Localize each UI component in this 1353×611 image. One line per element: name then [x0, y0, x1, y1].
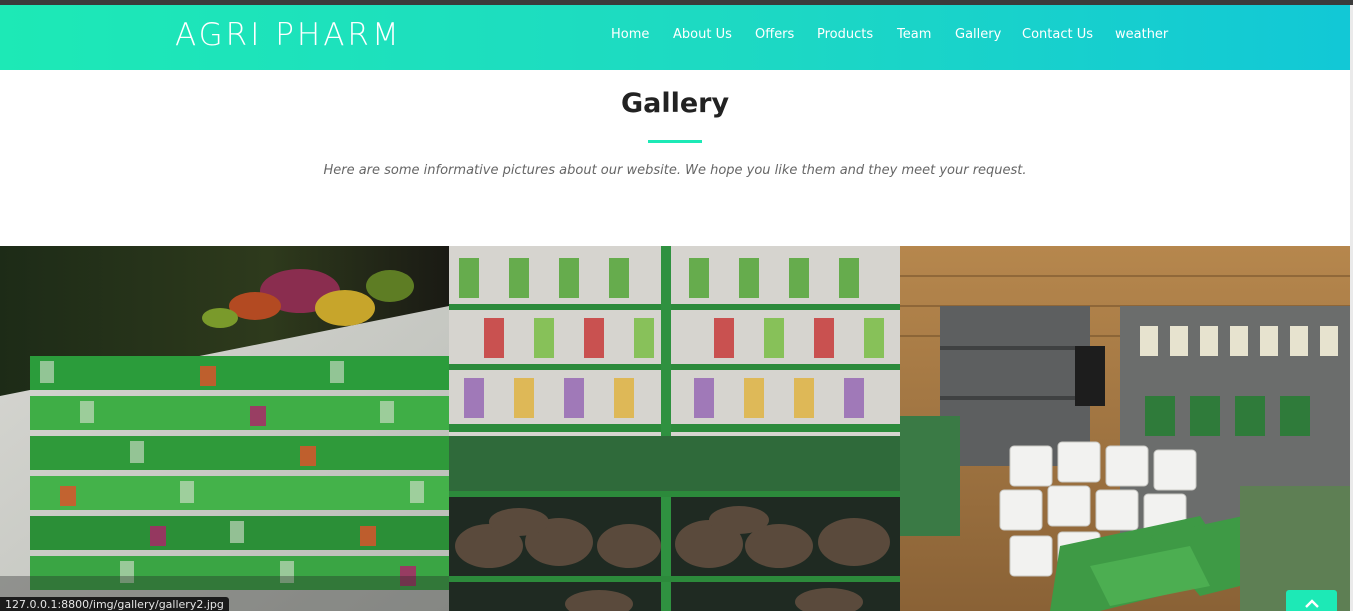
gallery-grid: [0, 246, 1350, 611]
status-bar-url: 127.0.0.1:8800/img/gallery/gallery2.jpg: [0, 597, 229, 611]
garden-store-interior-photo: [900, 246, 1350, 611]
gallery-item-1[interactable]: [0, 246, 449, 611]
nav-home[interactable]: Home: [611, 27, 649, 42]
nav-contact-us[interactable]: Contact Us: [1022, 27, 1093, 42]
navbar: AGRI PHARM Home About Us Offers Products…: [0, 5, 1350, 70]
seed-shelves-photo: [449, 246, 900, 611]
nav-products[interactable]: Products: [817, 27, 873, 42]
nav-about-us[interactable]: About Us: [673, 27, 732, 42]
chevron-up-icon: [1305, 599, 1319, 608]
seed-packets-wall-photo: [0, 246, 449, 611]
gallery-subtitle: Here are some informative pictures about…: [323, 163, 1027, 178]
nav-team[interactable]: Team: [897, 27, 931, 42]
gallery-item-2[interactable]: [449, 246, 900, 611]
gallery-title: Gallery: [620, 88, 730, 119]
nav-weather[interactable]: weather: [1115, 27, 1168, 42]
nav-offers[interactable]: Offers: [755, 27, 794, 42]
nav-gallery[interactable]: Gallery: [955, 27, 1001, 42]
gallery-item-3[interactable]: [900, 246, 1350, 611]
brand-logo[interactable]: AGRI PHARM: [175, 17, 402, 53]
title-underline: [648, 140, 702, 143]
back-to-top-button[interactable]: [1286, 590, 1337, 611]
